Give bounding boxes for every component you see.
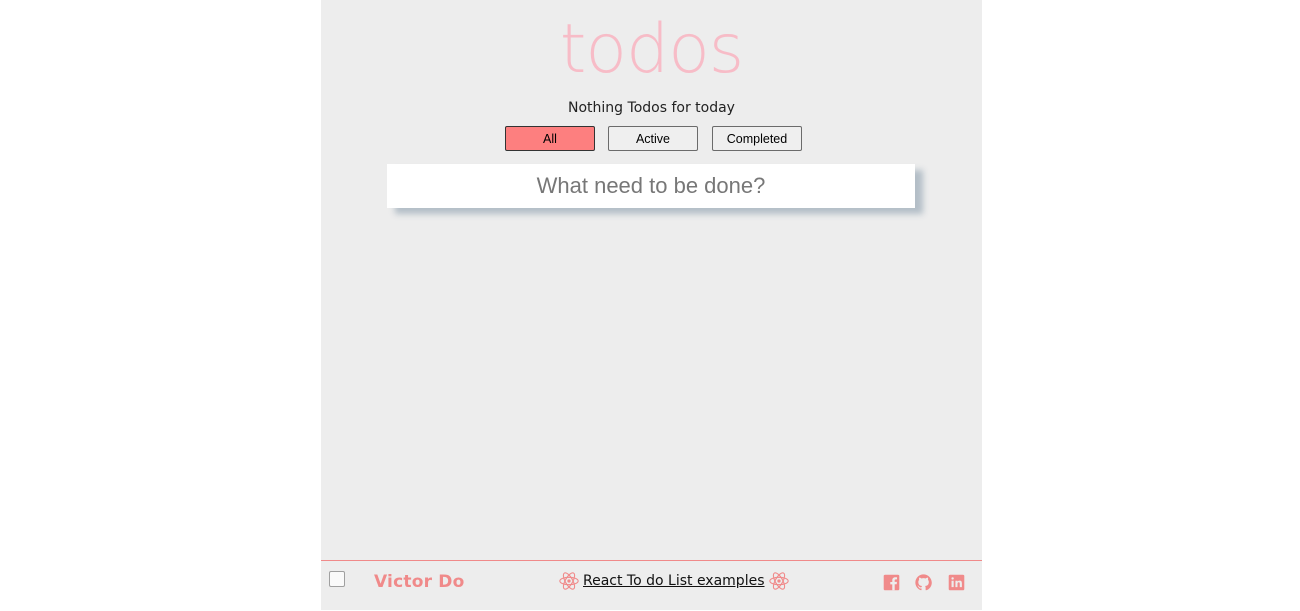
filter-all-button[interactable]: All [505, 126, 595, 151]
footer-link-group: React To do List examples [558, 570, 790, 592]
react-icon [559, 572, 579, 590]
new-todo-input[interactable] [387, 164, 915, 208]
react-icon [768, 572, 789, 590]
status-message: Nothing Todos for today [568, 100, 735, 116]
avatar [329, 571, 345, 587]
author-name: Victor Do [374, 572, 465, 592]
github-icon[interactable] [915, 574, 932, 591]
filter-bar: All Active Completed [505, 126, 802, 151]
todo-app: todos Nothing Todos for today All Active… [321, 0, 982, 610]
facebook-icon[interactable] [883, 574, 900, 591]
react-examples-link[interactable]: React To do List examples [583, 573, 765, 589]
app-title: todos [559, 10, 744, 89]
filter-completed-button[interactable]: Completed [712, 126, 802, 151]
filter-active-button[interactable]: Active [608, 126, 698, 151]
linkedin-icon[interactable] [948, 574, 965, 591]
footer: Victor Do React To do List examples [321, 560, 982, 611]
